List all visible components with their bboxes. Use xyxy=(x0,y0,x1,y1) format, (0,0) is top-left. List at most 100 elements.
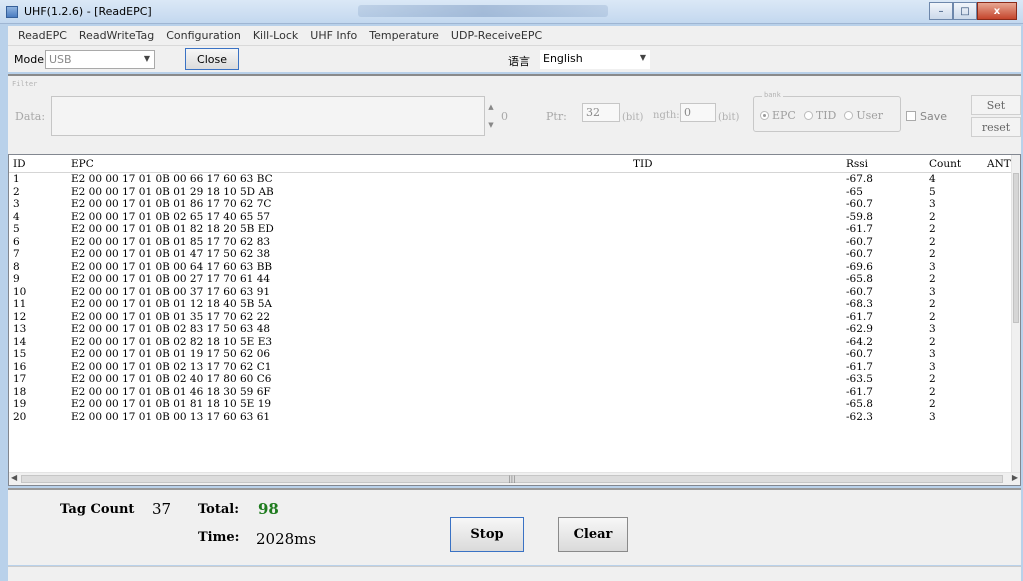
table-row[interactable]: 9 E2 00 00 17 01 0B 00 27 17 70 61 44 -65.… xyxy=(9,273,1013,286)
table-row[interactable]: 17 E2 00 00 17 01 0B 02 40 17 80 60 C6 -63… xyxy=(9,373,1013,386)
language-select[interactable]: English ▼ xyxy=(540,50,650,69)
menu-readwritetag[interactable]: ReadWriteTag xyxy=(73,29,160,42)
cell-count: 3 xyxy=(929,410,936,423)
tag-count-value: 37 xyxy=(152,500,172,518)
vertical-scroll-thumb[interactable] xyxy=(1013,173,1019,323)
table-row[interactable]: 18 E2 00 00 17 01 0B 01 46 18 30 59 6F -61… xyxy=(9,386,1013,399)
menu-temperature[interactable]: Temperature xyxy=(363,29,445,42)
ptr-input[interactable]: 32 xyxy=(582,103,620,122)
table-row[interactable]: 5 E2 00 00 17 01 0B 01 82 18 20 5B ED -61.… xyxy=(9,223,1013,236)
table-row[interactable]: 2 E2 00 00 17 01 0B 01 29 18 10 5D AB -65 5 xyxy=(9,186,1013,199)
filter-spin-value: 0 xyxy=(501,110,508,123)
cell-id: 8 xyxy=(13,260,20,273)
column-header-ant[interactable]: ANT xyxy=(987,158,1011,170)
clear-button[interactable]: Clear xyxy=(558,517,628,552)
bank-option-tid-label: TID xyxy=(815,109,837,122)
table-row[interactable]: 1 E2 00 00 17 01 0B 00 66 17 60 63 BC -67.… xyxy=(9,173,1013,186)
spin-down-icon[interactable]: ▼ xyxy=(486,116,496,134)
menu-uhf-info[interactable]: UHF Info xyxy=(304,29,363,42)
scroll-left-icon[interactable]: ◀ xyxy=(11,473,17,482)
spin-up-icon[interactable]: ▲ xyxy=(486,98,496,116)
toolbar: Mode USB ▼ Close 语言 English ▼ xyxy=(8,46,1021,72)
close-window-icon[interactable]: x xyxy=(977,2,1017,20)
cell-epc: E2 00 00 17 01 0B 01 29 18 10 5D AB xyxy=(71,185,274,198)
set-button[interactable]: Set xyxy=(971,95,1021,115)
cell-rssi: -63.5 xyxy=(846,373,873,385)
table-row[interactable]: 8 E2 00 00 17 01 0B 00 64 17 60 63 BB -69.… xyxy=(9,261,1013,274)
ptr-unit: (bit) xyxy=(622,112,644,123)
horizontal-scrollbar[interactable]: ◀ ||| ▶ xyxy=(9,472,1020,485)
table-row[interactable]: 11 E2 00 00 17 01 0B 01 12 18 40 5B 5A -68… xyxy=(9,298,1013,311)
cell-count: 4 xyxy=(929,173,936,185)
bank-option-tid[interactable]: TID xyxy=(803,109,837,122)
cell-rssi: -60.7 xyxy=(846,198,873,210)
cell-epc: E2 00 00 17 01 0B 01 47 17 50 62 38 xyxy=(71,248,271,260)
radio-selected-icon[interactable] xyxy=(760,111,769,120)
cell-count: 5 xyxy=(929,185,936,198)
table-row[interactable]: 15 E2 00 00 17 01 0B 01 19 17 50 62 06 -60… xyxy=(9,348,1013,361)
column-header-rssi[interactable]: Rssi xyxy=(846,158,868,170)
bank-option-epc[interactable]: EPC xyxy=(760,109,796,122)
cell-id: 2 xyxy=(13,185,20,198)
table-row[interactable]: 6 E2 00 00 17 01 0B 01 85 17 70 62 83 -60.… xyxy=(9,236,1013,249)
table-row[interactable]: 20 E2 00 00 17 01 0B 00 13 17 60 63 61 -62… xyxy=(9,411,1013,424)
close-button[interactable]: Close xyxy=(185,48,239,70)
filter-data-label: Data: xyxy=(15,110,46,123)
vertical-scrollbar[interactable] xyxy=(1011,155,1020,473)
stop-button[interactable]: Stop xyxy=(450,517,524,552)
reset-button[interactable]: reset xyxy=(971,117,1021,137)
chevron-down-icon: ▼ xyxy=(143,54,150,63)
cell-rssi: -59.8 xyxy=(846,210,873,223)
cell-count: 3 xyxy=(929,360,936,373)
cell-count: 2 xyxy=(929,223,936,235)
column-header-epc[interactable]: EPC xyxy=(71,158,94,170)
menu-configuration[interactable]: Configuration xyxy=(160,29,247,42)
menu-udp-receiveepc[interactable]: UDP-ReceiveEPC xyxy=(445,29,548,42)
bank-legend: bank xyxy=(762,91,783,99)
epc-table[interactable]: ID EPC TID Rssi Count ANT 1 E2 00 00 17 0… xyxy=(8,154,1021,486)
title-bar[interactable]: UHF(1.2.6) - [ReadEPC] – □ x xyxy=(0,0,1023,24)
cell-count: 2 xyxy=(929,235,936,248)
cell-epc: E2 00 00 17 01 0B 00 66 17 60 63 BC xyxy=(71,173,273,185)
total-value: 98 xyxy=(258,500,279,518)
save-checkbox[interactable]: Save xyxy=(906,110,947,123)
bank-option-user[interactable]: User xyxy=(844,109,883,122)
column-header-tid[interactable]: TID xyxy=(633,158,653,170)
horizontal-scroll-thumb[interactable]: ||| xyxy=(21,475,1003,483)
cell-count: 3 xyxy=(929,323,936,335)
maximize-icon[interactable]: □ xyxy=(953,2,977,20)
column-header-count[interactable]: Count xyxy=(929,158,961,170)
table-row[interactable]: 16 E2 00 00 17 01 0B 02 13 17 70 62 C1 -61… xyxy=(9,361,1013,374)
radio-icon[interactable] xyxy=(803,111,813,120)
cell-epc: E2 00 00 17 01 0B 02 40 17 80 60 C6 xyxy=(71,373,272,385)
cell-count: 2 xyxy=(929,298,936,310)
length-label: ngth: xyxy=(653,110,680,121)
cell-rssi: -61.7 xyxy=(846,360,873,373)
cell-id: 15 xyxy=(13,348,27,360)
filter-data-input[interactable] xyxy=(51,96,485,136)
cell-count: 3 xyxy=(929,348,936,360)
cell-id: 18 xyxy=(13,385,27,398)
table-row[interactable]: 13 E2 00 00 17 01 0B 02 83 17 50 63 48 -62… xyxy=(9,323,1013,336)
cell-count: 2 xyxy=(929,385,936,398)
cell-epc: E2 00 00 17 01 0B 01 85 17 70 62 83 xyxy=(71,235,271,248)
menu-kill-lock[interactable]: Kill-Lock xyxy=(247,29,304,42)
table-row[interactable]: 7 E2 00 00 17 01 0B 01 47 17 50 62 38 -60.… xyxy=(9,248,1013,261)
cell-id: 7 xyxy=(13,248,20,260)
table-row[interactable]: 12 E2 00 00 17 01 0B 01 35 17 70 62 22 -61… xyxy=(9,311,1013,324)
checkbox-icon[interactable] xyxy=(906,111,916,121)
table-row[interactable]: 10 E2 00 00 17 01 0B 00 37 17 60 63 91 -60… xyxy=(9,286,1013,299)
mode-select[interactable]: USB ▼ xyxy=(45,50,155,69)
length-input[interactable]: 0 xyxy=(680,103,716,122)
menu-readepc[interactable]: ReadEPC xyxy=(12,29,73,42)
filter-spinner[interactable]: ▲ ▼ xyxy=(486,98,496,134)
table-row[interactable]: 4 E2 00 00 17 01 0B 02 65 17 40 65 57 -59.… xyxy=(9,211,1013,224)
minimize-icon[interactable]: – xyxy=(929,2,953,20)
radio-icon[interactable] xyxy=(844,111,854,120)
table-row[interactable]: 19 E2 00 00 17 01 0B 01 81 18 10 5E 19 -65… xyxy=(9,398,1013,411)
scroll-right-icon[interactable]: ▶ xyxy=(1012,473,1018,482)
bank-option-user-label: User xyxy=(856,109,884,122)
column-header-id[interactable]: ID xyxy=(13,158,26,170)
table-row[interactable]: 14 E2 00 00 17 01 0B 02 82 18 10 5E E3 -64… xyxy=(9,336,1013,349)
table-row[interactable]: 3 E2 00 00 17 01 0B 01 86 17 70 62 7C -60.… xyxy=(9,198,1013,211)
